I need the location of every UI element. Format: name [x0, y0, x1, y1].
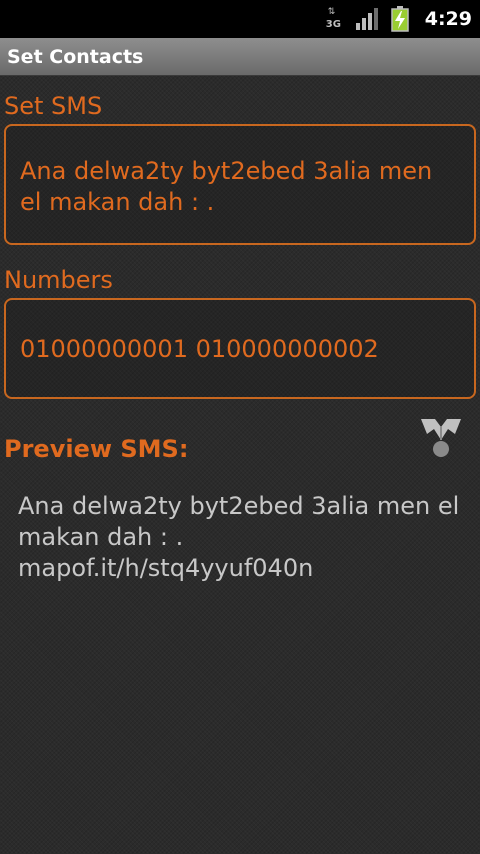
network-label: 3G [325, 19, 341, 30]
page-title: Set Contacts [7, 46, 144, 68]
status-clock: 4:29 [424, 8, 472, 30]
network-3g-icon: ⇅ 3G [325, 7, 341, 30]
preview-sms-text: Ana delwa2ty byt2ebed 3alia men el makan… [18, 492, 460, 582]
signal-icon [355, 8, 378, 30]
status-icons: ⇅ 3G 4:29 [325, 0, 472, 38]
sms-label: Set SMS [4, 92, 103, 120]
title-bar: Set Contacts [0, 38, 480, 76]
status-bar: ⇅ 3G 4:29 [0, 0, 480, 38]
numbers-input[interactable]: 01000000001 010000000002 [4, 298, 476, 399]
numbers-label: Numbers [4, 266, 113, 294]
preview-sms-label: Preview SMS: [4, 435, 189, 463]
battery-charging-icon [390, 6, 409, 32]
sms-input[interactable]: Ana delwa2ty byt2ebed 3alia men el makan… [4, 124, 476, 245]
map-share-icon[interactable] [418, 414, 464, 460]
